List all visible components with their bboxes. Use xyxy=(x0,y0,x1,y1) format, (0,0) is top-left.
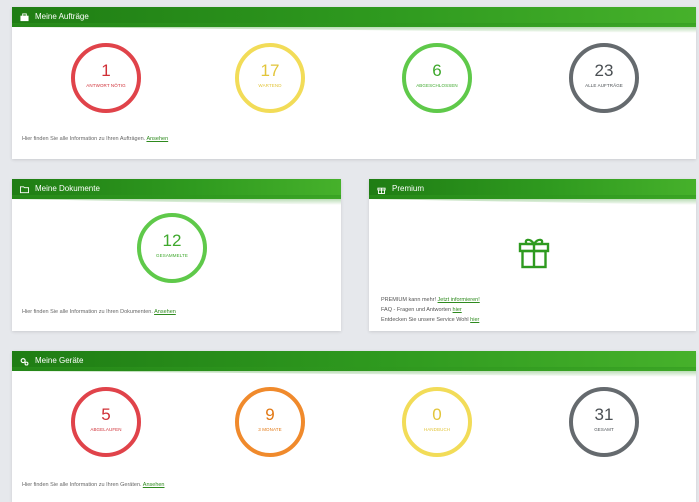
devices-view-link[interactable]: Ansehen xyxy=(143,482,165,488)
premium-line-1-text: PREMIUM kann mehr! xyxy=(381,297,437,303)
premium-header: Premium xyxy=(369,179,696,199)
stat-value: 9 xyxy=(265,405,275,424)
stat-label: GESAMT xyxy=(594,427,614,432)
documents-header: Meine Dokumente xyxy=(12,179,341,199)
stat-value: 0 xyxy=(432,405,442,424)
devices-header: Meine Geräte xyxy=(12,351,696,371)
stat-value: 17 xyxy=(260,61,280,80)
stat-label: ALLE AUFTRÄGE xyxy=(585,83,623,88)
orders-view-link[interactable]: Ansehen xyxy=(146,136,168,142)
premium-line-2-text: FAQ - Fragen und Antworten xyxy=(381,307,452,313)
orders-title: Meine Aufträge xyxy=(35,12,89,21)
premium-panel: Premium PREMIUM kann mehr! Jetzt informi… xyxy=(369,179,696,331)
orders-header: Meine Aufträge xyxy=(12,7,696,27)
documents-panel: Meine Dokumente 12 GESAMMELTE Hier finde… xyxy=(12,179,341,331)
orders-stat-completed[interactable]: 6 ABGESCHLOSSEN xyxy=(402,43,472,113)
orders-info-text: Hier finden Sie alle Information zu Ihre… xyxy=(22,136,146,142)
service-link[interactable]: hier xyxy=(470,317,479,323)
stat-label: ANTWORT NÖTIG xyxy=(86,83,126,88)
devices-stat-expired[interactable]: 5 ABGELAUFEN xyxy=(71,387,141,457)
premium-line-3: Entdecken Sie unsere Service Wohl hier xyxy=(381,315,480,325)
stat-label: ABGESCHLOSSEN xyxy=(416,83,458,88)
devices-info: Hier finden Sie alle Information zu Ihre… xyxy=(22,482,165,488)
premium-title: Premium xyxy=(392,184,425,193)
gears-icon xyxy=(20,357,29,366)
devices-panel: Meine Geräte 5 ABGELAUFEN 9 3 MONATE 0 H… xyxy=(12,351,696,502)
devices-stat-manual[interactable]: 0 HANDBUCH xyxy=(402,387,472,457)
stat-label: ABGELAUFEN xyxy=(90,427,122,432)
orders-panel: Meine Aufträge 1 ANTWORT NÖTIG 17 WARTEN… xyxy=(12,7,696,159)
stat-value: 31 xyxy=(594,405,614,424)
premium-info-link[interactable]: Jetzt informieren! xyxy=(438,297,480,303)
stat-label: WARTEND xyxy=(258,83,282,88)
documents-stat-collected[interactable]: 12 GESAMMELTE xyxy=(137,213,207,283)
stat-label: 3 MONATE xyxy=(258,427,282,432)
premium-line-1: PREMIUM kann mehr! Jetzt informieren! xyxy=(381,295,480,305)
devices-stat-3-months[interactable]: 9 3 MONATE xyxy=(235,387,305,457)
documents-view-link[interactable]: Ansehen xyxy=(154,309,176,315)
devices-info-text: Hier finden Sie alle Information zu Ihre… xyxy=(22,482,142,488)
orders-info: Hier finden Sie alle Information zu Ihre… xyxy=(22,136,168,142)
stat-value: 1 xyxy=(101,61,111,80)
documents-info-text: Hier finden Sie alle Information zu Ihre… xyxy=(22,309,153,315)
stat-value: 6 xyxy=(432,61,442,80)
orders-stat-waiting[interactable]: 17 WARTEND xyxy=(235,43,305,113)
gift-icon xyxy=(518,238,550,269)
gift-icon xyxy=(377,187,386,194)
premium-line-3-text: Entdecken Sie unsere Service Wohl xyxy=(381,317,469,323)
faq-link[interactable]: hier xyxy=(453,307,462,313)
orders-stat-needs-answer[interactable]: 1 ANTWORT NÖTIG xyxy=(71,43,141,113)
stat-value: 23 xyxy=(594,61,614,80)
stat-label: GESAMMELTE xyxy=(156,253,188,258)
stat-label: HANDBUCH xyxy=(423,427,451,432)
devices-stat-total[interactable]: 31 GESAMT xyxy=(569,387,639,457)
briefcase-icon xyxy=(20,12,29,21)
stat-value: 5 xyxy=(101,405,111,424)
premium-lines: PREMIUM kann mehr! Jetzt informieren! FA… xyxy=(381,295,480,325)
stat-value: 12 xyxy=(162,231,182,250)
devices-title: Meine Geräte xyxy=(35,356,84,365)
documents-title: Meine Dokumente xyxy=(35,184,100,193)
documents-info: Hier finden Sie alle Information zu Ihre… xyxy=(22,309,176,315)
folder-icon xyxy=(20,185,29,193)
premium-line-2: FAQ - Fragen und Antworten hier xyxy=(381,305,480,315)
orders-stat-all[interactable]: 23 ALLE AUFTRÄGE xyxy=(569,43,639,113)
